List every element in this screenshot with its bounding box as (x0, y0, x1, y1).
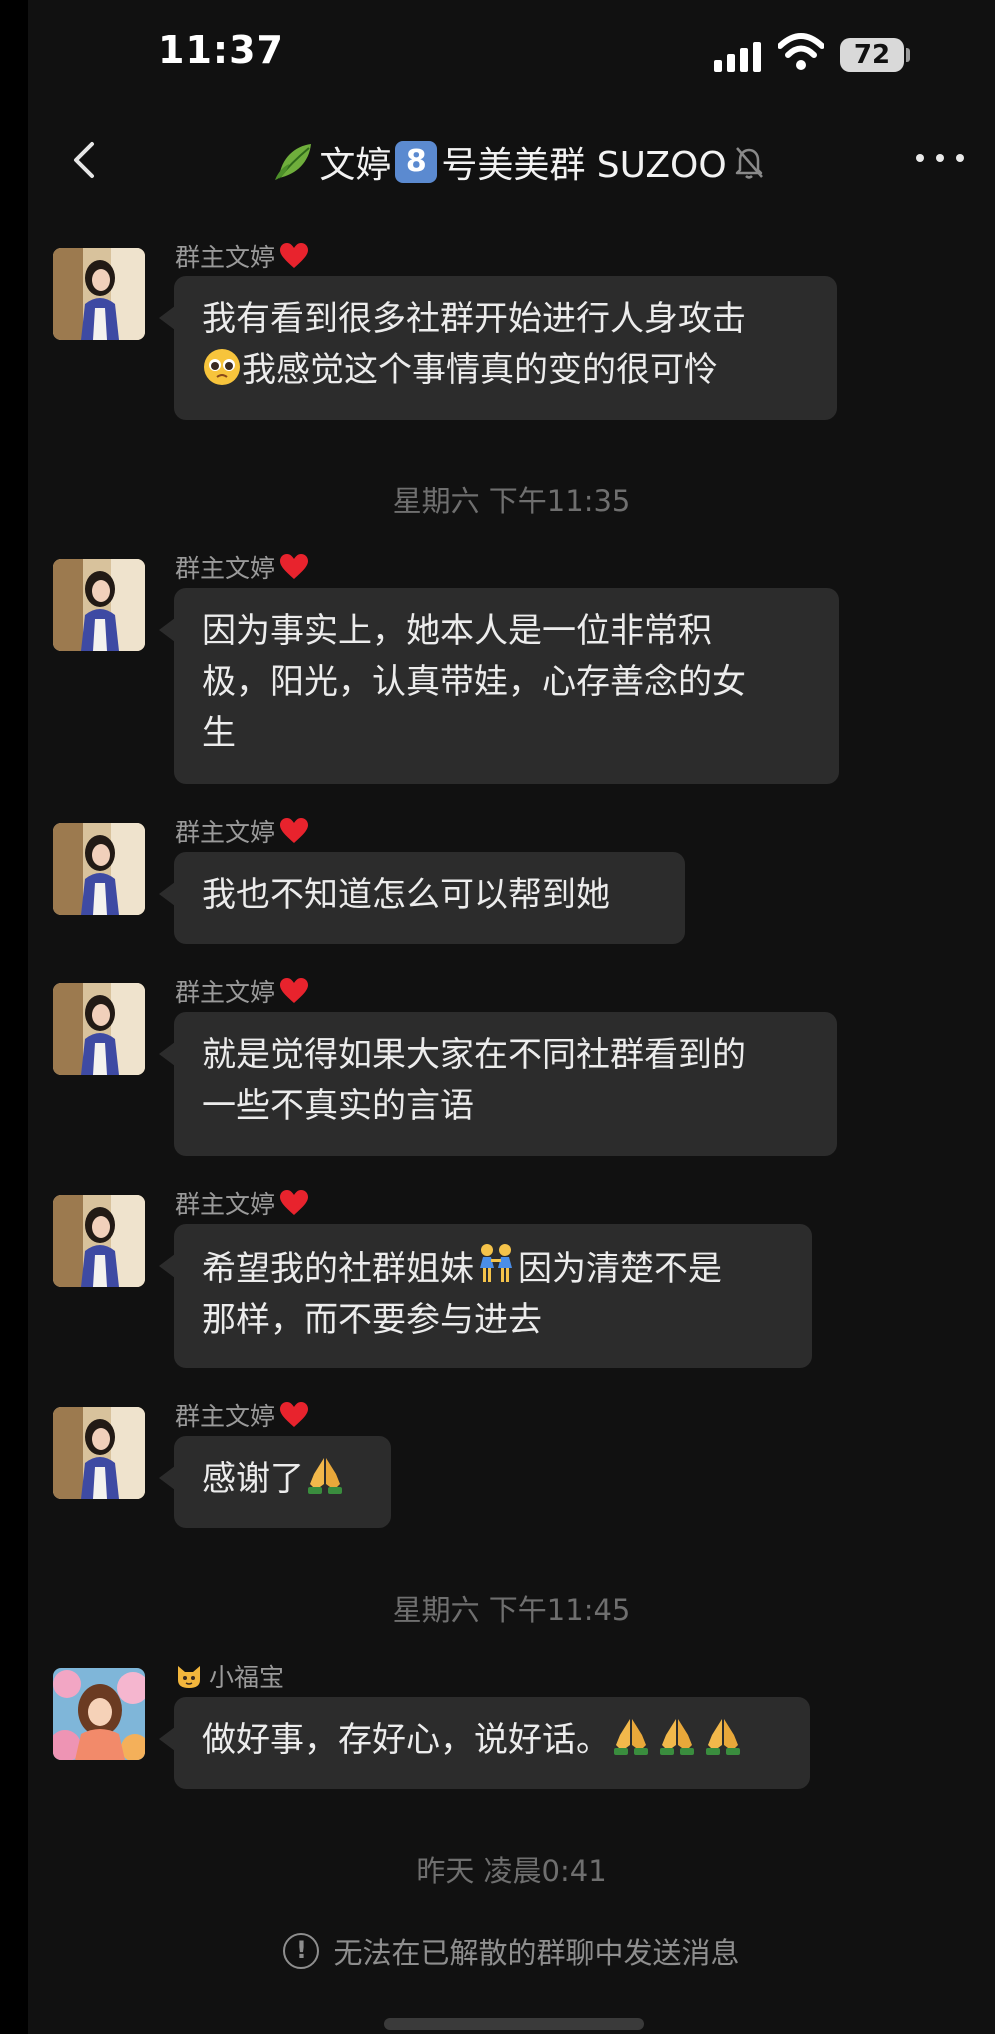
heart-emoji-icon (280, 1402, 309, 1427)
message-bubble[interactable]: 感谢了 (159, 1436, 391, 1528)
message-line-with-emoji: 做好事，存好心，说好话。 (202, 1715, 782, 1766)
message-line: 我有看到很多社群开始进行人身攻击 (202, 299, 746, 339)
sender-label: 群主文婷 (175, 1190, 276, 1219)
more-dots-icon[interactable] (916, 150, 966, 166)
folded-hands-emoji-icon (660, 1719, 694, 1755)
message-line: 一些不真实的言语 (202, 1086, 474, 1126)
message-line: 因为事实上，她本人是一位非常积 (202, 611, 712, 651)
avatar[interactable] (53, 559, 145, 651)
timestamp: 昨天 凌晨0:41 (416, 1854, 607, 1888)
folded-hands-emoji-icon (706, 1719, 740, 1755)
sender-name: 小福宝 (175, 1658, 284, 1694)
chat-title-prefix: 文婷 (319, 145, 392, 186)
message-bubble[interactable]: 希望我的社群姐妹 因为清楚不是 那样，而不要参与进去 (159, 1224, 812, 1368)
two-women-emoji-icon (480, 1244, 512, 1282)
status-time: 11:37 (158, 28, 284, 72)
timestamp: 星期六 下午11:35 (392, 484, 631, 518)
battery-icon: 72 (840, 38, 904, 72)
message-line-with-emoji: 我感觉这个事情真的变的很可怜 (202, 345, 809, 396)
heart-emoji-icon (280, 978, 309, 1003)
wifi-icon (778, 33, 824, 70)
back-chevron-icon[interactable] (64, 138, 108, 182)
sender-name: 群主文婷 (175, 1185, 309, 1221)
sender-name: 群主文婷 (175, 973, 309, 1009)
heart-emoji-icon (280, 554, 309, 579)
sender-label: 群主文婷 (175, 554, 276, 583)
sender-name: 群主文婷 (175, 238, 309, 274)
sender-name: 群主文婷 (175, 813, 309, 849)
message-bubble[interactable]: 因为事实上，她本人是一位非常积 极，阳光，认真带娃，心存善念的女 生 (159, 588, 839, 784)
battery-tip (906, 48, 910, 62)
message-text: 做好事，存好心，说好话。 (202, 1720, 610, 1760)
message-bubble[interactable]: 就是觉得如果大家在不同社群看到的 一些不真实的言语 (159, 1012, 837, 1156)
message-line: 那样，而不要参与进去 (202, 1300, 542, 1340)
message-text: 希望我的社群姐妹 (202, 1249, 474, 1289)
pleading-face-emoji-icon (204, 349, 240, 385)
notice-text: 无法在已解散的群聊中发送消息 (333, 1936, 740, 1970)
sender-label: 群主文婷 (175, 243, 276, 272)
heart-emoji-icon (280, 243, 309, 268)
avatar[interactable] (53, 823, 145, 915)
leaf-emoji-icon (275, 144, 312, 180)
message-text: 因为清楚不是 (518, 1249, 722, 1289)
info-circle-icon: ! (283, 1933, 320, 1969)
mute-bell-icon (735, 147, 763, 179)
avatar[interactable] (53, 248, 145, 340)
home-indicator[interactable] (384, 2018, 644, 2030)
message-line: 我也不知道怎么可以帮到她 (202, 875, 610, 915)
cellular-signal-icon (714, 40, 764, 72)
avatar[interactable] (53, 1195, 145, 1287)
sender-label: 群主文婷 (175, 818, 276, 847)
folded-hands-emoji-icon (308, 1458, 342, 1494)
message-line: 极，阳光，认真带娃，心存善念的女 (202, 662, 746, 702)
avatar[interactable] (53, 1407, 145, 1499)
message-text: 感谢了 (202, 1459, 304, 1499)
sender-label: 小福宝 (209, 1663, 285, 1692)
message-line: 就是觉得如果大家在不同社群看到的 (202, 1035, 746, 1075)
sender-label: 群主文婷 (175, 978, 276, 1007)
chat-screen: 11:37 72 文婷 8 号美美群 SUZOO 群主文婷 我有看到很多社群开始… (28, 0, 995, 2034)
message-bubble[interactable]: 做好事，存好心，说好话。 (159, 1697, 810, 1789)
disbanded-group-notice: ! 无法在已解散的群聊中发送消息 (28, 1930, 995, 1972)
chat-title-suffix: 号美美群 SUZOO (441, 145, 727, 186)
message-bubble[interactable]: 我也不知道怎么可以帮到她 (159, 852, 685, 944)
message-bubble[interactable]: 我有看到很多社群开始进行人身攻击 我感觉这个事情真的变的很可怜 (159, 276, 837, 420)
heart-emoji-icon (280, 818, 309, 843)
sender-label: 群主文婷 (175, 1402, 276, 1431)
avatar[interactable] (53, 983, 145, 1075)
sender-name: 群主文婷 (175, 1397, 309, 1433)
avatar[interactable] (53, 1668, 145, 1760)
timestamp: 星期六 下午11:45 (392, 1593, 631, 1627)
message-text: 我感觉这个事情真的变的很可怜 (242, 350, 718, 390)
keycap-8-emoji-icon: 8 (395, 141, 438, 183)
heart-emoji-icon (280, 1190, 309, 1215)
folded-hands-emoji-icon (614, 1719, 648, 1755)
chat-title[interactable]: 文婷 8 号美美群 SUZOO (188, 132, 848, 192)
message-line: 生 (202, 713, 236, 753)
message-line-with-emoji: 感谢了 (202, 1454, 363, 1505)
cat-face-emoji-icon (178, 1666, 200, 1688)
message-line-with-emoji: 希望我的社群姐妹 因为清楚不是 (202, 1242, 784, 1295)
sender-name: 群主文婷 (175, 549, 309, 585)
